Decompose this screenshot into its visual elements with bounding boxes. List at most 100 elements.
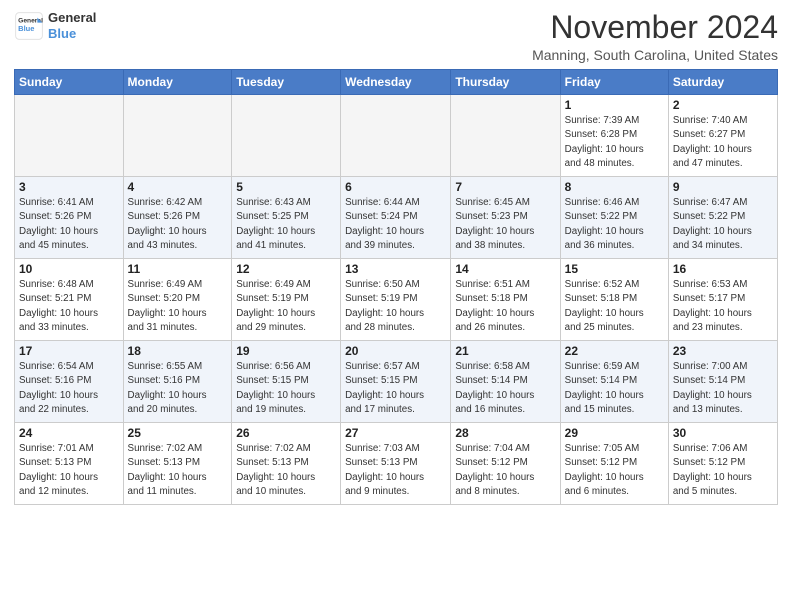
calendar-cell: 19Sunrise: 6:56 AM Sunset: 5:15 PM Dayli… bbox=[232, 341, 341, 423]
day-info: Sunrise: 6:41 AM Sunset: 5:26 PM Dayligh… bbox=[19, 196, 119, 253]
week-row-1: 3 Sunrise: 6:41 AM Sunset: 5:26 PM Daylig… bbox=[15, 177, 778, 259]
calendar-cell bbox=[232, 95, 341, 177]
calendar-cell bbox=[15, 95, 124, 177]
calendar-cell: 29 Sunrise: 7:05 AM Sunset: 5:12 PM Dayli… bbox=[560, 423, 668, 505]
svg-text:Blue: Blue bbox=[18, 24, 34, 33]
day-number: 17 bbox=[19, 344, 119, 358]
calendar-cell: 10 Sunrise: 6:48 AM Sunset: 5:21 PM Dayli… bbox=[15, 259, 124, 341]
day-number: 19 bbox=[236, 344, 336, 358]
weekday-header-saturday: Saturday bbox=[668, 70, 777, 95]
calendar-cell: 20 Sunrise: 6:57 AM Sunset: 5:15 PM Dayli… bbox=[341, 341, 451, 423]
day-info: Sunrise: 6:49 AM Sunset: 5:19 PM Dayligh… bbox=[236, 278, 336, 335]
day-number: 8 bbox=[565, 180, 664, 194]
day-info: Sunrise: 6:57 AM Sunset: 5:15 PM Dayligh… bbox=[345, 360, 446, 417]
day-info: Sunrise: 6:58 AM Sunset: 5:14 PM Dayligh… bbox=[455, 360, 555, 417]
day-info: Sunrise: 6:48 AM Sunset: 5:21 PM Dayligh… bbox=[19, 278, 119, 335]
day-info: Sunrise: 6:49 AM Sunset: 5:20 PM Dayligh… bbox=[128, 278, 228, 335]
day-number: 18 bbox=[128, 344, 228, 358]
day-number: 13 bbox=[345, 262, 446, 276]
calendar-cell bbox=[451, 95, 560, 177]
day-info: Sunrise: 6:46 AM Sunset: 5:22 PM Dayligh… bbox=[565, 196, 664, 253]
calendar-cell: 14 Sunrise: 6:51 AM Sunset: 5:18 PM Dayli… bbox=[451, 259, 560, 341]
weekday-header-thursday: Thursday bbox=[451, 70, 560, 95]
day-number: 12 bbox=[236, 262, 336, 276]
day-number: 3 bbox=[19, 180, 119, 194]
calendar-cell: 13 Sunrise: 6:50 AM Sunset: 5:19 PM Dayli… bbox=[341, 259, 451, 341]
day-number: 27 bbox=[345, 426, 446, 440]
title-block: November 2024 Manning, South Carolina, U… bbox=[532, 10, 778, 63]
calendar-cell: 17Sunrise: 6:54 AM Sunset: 5:16 PM Dayli… bbox=[15, 341, 124, 423]
calendar-cell: 21Sunrise: 6:58 AM Sunset: 5:14 PM Dayli… bbox=[451, 341, 560, 423]
day-number: 9 bbox=[673, 180, 773, 194]
day-number: 16 bbox=[673, 262, 773, 276]
day-info: Sunrise: 6:45 AM Sunset: 5:23 PM Dayligh… bbox=[455, 196, 555, 253]
calendar-cell: 8 Sunrise: 6:46 AM Sunset: 5:22 PM Daylig… bbox=[560, 177, 668, 259]
weekday-header-sunday: Sunday bbox=[15, 70, 124, 95]
weekday-header-wednesday: Wednesday bbox=[341, 70, 451, 95]
day-number: 30 bbox=[673, 426, 773, 440]
day-number: 29 bbox=[565, 426, 664, 440]
day-info: Sunrise: 6:51 AM Sunset: 5:18 PM Dayligh… bbox=[455, 278, 555, 335]
calendar-cell: 28Sunrise: 7:04 AM Sunset: 5:12 PM Dayli… bbox=[451, 423, 560, 505]
location-subtitle: Manning, South Carolina, United States bbox=[532, 47, 778, 63]
day-number: 7 bbox=[455, 180, 555, 194]
page-container: General Blue General Blue November 2024 … bbox=[0, 0, 792, 511]
day-info: Sunrise: 7:02 AM Sunset: 5:13 PM Dayligh… bbox=[128, 442, 228, 499]
day-number: 2 bbox=[673, 98, 773, 112]
calendar-cell: 18 Sunrise: 6:55 AM Sunset: 5:16 PM Dayli… bbox=[123, 341, 232, 423]
day-info: Sunrise: 6:43 AM Sunset: 5:25 PM Dayligh… bbox=[236, 196, 336, 253]
day-info: Sunrise: 7:01 AM Sunset: 5:13 PM Dayligh… bbox=[19, 442, 119, 499]
day-info: Sunrise: 7:03 AM Sunset: 5:13 PM Dayligh… bbox=[345, 442, 446, 499]
day-info: Sunrise: 6:47 AM Sunset: 5:22 PM Dayligh… bbox=[673, 196, 773, 253]
day-info: Sunrise: 7:00 AM Sunset: 5:14 PM Dayligh… bbox=[673, 360, 773, 417]
day-info: Sunrise: 6:52 AM Sunset: 5:18 PM Dayligh… bbox=[565, 278, 664, 335]
logo-icon: General Blue bbox=[14, 11, 44, 41]
week-row-0: 1Sunrise: 7:39 AM Sunset: 6:28 PM Daylig… bbox=[15, 95, 778, 177]
calendar-cell: 23 Sunrise: 7:00 AM Sunset: 5:14 PM Dayli… bbox=[668, 341, 777, 423]
calendar-cell: 5Sunrise: 6:43 AM Sunset: 5:25 PM Daylig… bbox=[232, 177, 341, 259]
calendar-cell: 27 Sunrise: 7:03 AM Sunset: 5:13 PM Dayli… bbox=[341, 423, 451, 505]
day-number: 26 bbox=[236, 426, 336, 440]
calendar-cell: 11Sunrise: 6:49 AM Sunset: 5:20 PM Dayli… bbox=[123, 259, 232, 341]
calendar-cell: 16Sunrise: 6:53 AM Sunset: 5:17 PM Dayli… bbox=[668, 259, 777, 341]
calendar-cell: 26Sunrise: 7:02 AM Sunset: 5:13 PM Dayli… bbox=[232, 423, 341, 505]
day-number: 28 bbox=[455, 426, 555, 440]
calendar-cell bbox=[341, 95, 451, 177]
day-number: 22 bbox=[565, 344, 664, 358]
calendar-table: SundayMondayTuesdayWednesdayThursdayFrid… bbox=[14, 69, 778, 505]
month-title: November 2024 bbox=[532, 10, 778, 45]
day-number: 25 bbox=[128, 426, 228, 440]
logo-text: General Blue bbox=[48, 10, 96, 41]
day-number: 6 bbox=[345, 180, 446, 194]
weekday-header-friday: Friday bbox=[560, 70, 668, 95]
day-info: Sunrise: 6:59 AM Sunset: 5:14 PM Dayligh… bbox=[565, 360, 664, 417]
day-info: Sunrise: 7:05 AM Sunset: 5:12 PM Dayligh… bbox=[565, 442, 664, 499]
day-number: 24 bbox=[19, 426, 119, 440]
calendar-cell: 2 Sunrise: 7:40 AM Sunset: 6:27 PM Daylig… bbox=[668, 95, 777, 177]
calendar-cell: 22 Sunrise: 6:59 AM Sunset: 5:14 PM Dayli… bbox=[560, 341, 668, 423]
header: General Blue General Blue November 2024 … bbox=[14, 10, 778, 63]
day-number: 20 bbox=[345, 344, 446, 358]
day-info: Sunrise: 6:55 AM Sunset: 5:16 PM Dayligh… bbox=[128, 360, 228, 417]
calendar-cell bbox=[123, 95, 232, 177]
weekday-header-row: SundayMondayTuesdayWednesdayThursdayFrid… bbox=[15, 70, 778, 95]
calendar-cell: 6 Sunrise: 6:44 AM Sunset: 5:24 PM Daylig… bbox=[341, 177, 451, 259]
day-info: Sunrise: 7:40 AM Sunset: 6:27 PM Dayligh… bbox=[673, 114, 773, 171]
day-number: 14 bbox=[455, 262, 555, 276]
day-number: 10 bbox=[19, 262, 119, 276]
day-number: 4 bbox=[128, 180, 228, 194]
day-number: 1 bbox=[565, 98, 664, 112]
logo: General Blue General Blue bbox=[14, 10, 96, 41]
day-number: 15 bbox=[565, 262, 664, 276]
calendar-cell: 24 Sunrise: 7:01 AM Sunset: 5:13 PM Dayli… bbox=[15, 423, 124, 505]
day-number: 23 bbox=[673, 344, 773, 358]
day-info: Sunrise: 6:44 AM Sunset: 5:24 PM Dayligh… bbox=[345, 196, 446, 253]
calendar-cell: 12 Sunrise: 6:49 AM Sunset: 5:19 PM Dayli… bbox=[232, 259, 341, 341]
day-info: Sunrise: 7:06 AM Sunset: 5:12 PM Dayligh… bbox=[673, 442, 773, 499]
day-info: Sunrise: 6:42 AM Sunset: 5:26 PM Dayligh… bbox=[128, 196, 228, 253]
weekday-header-tuesday: Tuesday bbox=[232, 70, 341, 95]
weekday-header-monday: Monday bbox=[123, 70, 232, 95]
calendar-cell: 25 Sunrise: 7:02 AM Sunset: 5:13 PM Dayli… bbox=[123, 423, 232, 505]
day-info: Sunrise: 6:50 AM Sunset: 5:19 PM Dayligh… bbox=[345, 278, 446, 335]
calendar-cell: 7 Sunrise: 6:45 AM Sunset: 5:23 PM Daylig… bbox=[451, 177, 560, 259]
